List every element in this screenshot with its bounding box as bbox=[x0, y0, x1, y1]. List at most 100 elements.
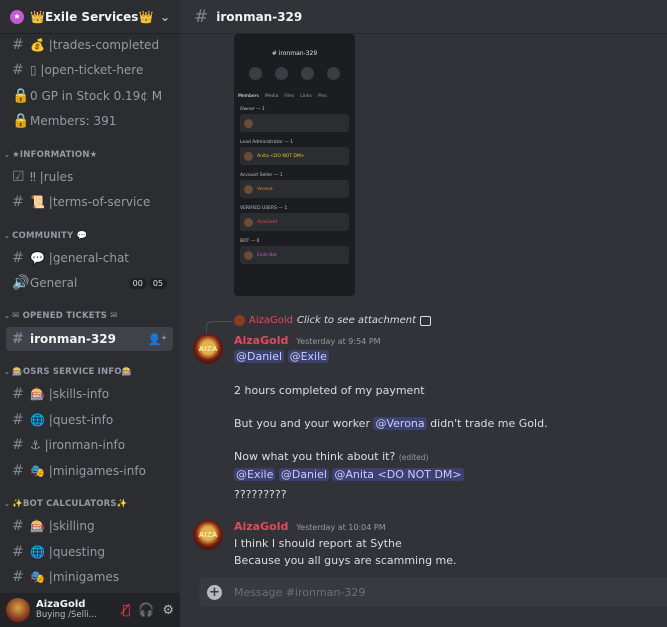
bell-icon bbox=[301, 67, 315, 80]
message-text: didn't trade me Gold. bbox=[426, 417, 548, 430]
channel-label: skills-info bbox=[52, 387, 110, 401]
reply-reference[interactable]: AizaGold Click to see attachment bbox=[206, 315, 432, 333]
message-avatar[interactable]: AIZA bbox=[193, 520, 223, 550]
channel-open-ticket-here[interactable]: # ▯ | open-ticket-here bbox=[6, 59, 173, 81]
phone-tab: Media bbox=[264, 94, 279, 99]
member-avatar bbox=[244, 217, 253, 227]
hash-icon: # bbox=[12, 37, 24, 53]
channel-prefix: 🎭 | bbox=[30, 570, 53, 584]
channel-label: trades-completed bbox=[52, 38, 160, 52]
message-line: But you and your worker @Verona didn't t… bbox=[234, 417, 548, 430]
phone-tab: Pins bbox=[317, 94, 327, 99]
channel-minigames[interactable]: # 🎭 | minigames bbox=[6, 566, 173, 588]
channel-quest-info[interactable]: # 🌐 | quest-info bbox=[6, 409, 173, 431]
channel-rules[interactable]: ☑ ‼ | rules bbox=[6, 166, 173, 188]
member-name: Anita <DO NOT DM> bbox=[257, 153, 305, 159]
reply-avatar bbox=[234, 315, 245, 326]
message-author[interactable]: AizaGold bbox=[234, 334, 288, 347]
channel-prefix: 💬 | bbox=[30, 251, 53, 265]
channel-label: ironman-329 bbox=[30, 332, 116, 346]
channel-skilling[interactable]: # 🎰 | skilling bbox=[6, 515, 173, 537]
reply-text[interactable]: Click to see attachment bbox=[297, 315, 416, 326]
channel-prefix: 🎭 | bbox=[30, 464, 53, 478]
server-header[interactable]: ★ 👑Exile Services👑 ⌄ bbox=[0, 0, 180, 34]
channel-label: skilling bbox=[52, 519, 95, 533]
search-icon bbox=[248, 67, 262, 80]
hash-icon: # bbox=[12, 437, 24, 453]
channel-label: quest-info bbox=[52, 413, 114, 427]
category-label: OSRS SERVICE INFO bbox=[22, 367, 122, 377]
category-opened-tickets[interactable]: ⌄ ✉ OPENED TICKETS ✉ bbox=[4, 311, 118, 321]
channel-general-chat[interactable]: # 💬 | general-chat bbox=[6, 247, 173, 269]
user-mention[interactable]: @Anita <DO NOT DM> bbox=[332, 468, 464, 481]
category-bot-calculators[interactable]: ⌄ ✨BOT CALCULATORS✨ bbox=[4, 499, 128, 509]
avatar[interactable] bbox=[6, 598, 30, 622]
channel-prefix: 🌐 | bbox=[30, 413, 53, 427]
member-avatar bbox=[244, 250, 253, 260]
message-line: Now what you think about it? (edited) bbox=[234, 450, 428, 463]
add-attachment-icon[interactable]: + bbox=[207, 584, 222, 600]
category-osrs-service-info[interactable]: ⌄ 🎰OSRS SERVICE INFO🎰 bbox=[4, 367, 133, 377]
chevron-down-icon[interactable]: ⌄ bbox=[160, 10, 170, 24]
attachment-screenshot[interactable]: # ironman-329 Members Media Files Links … bbox=[234, 34, 355, 296]
channel-skills-info[interactable]: # 🎰 | skills-info bbox=[6, 383, 173, 405]
phone-section-title: VERIFIED USERS — 1 bbox=[240, 206, 288, 211]
member-avatar bbox=[244, 184, 253, 194]
user-mention[interactable]: @Daniel bbox=[278, 468, 329, 481]
channel-terms-of-service[interactable]: # 📜 | terms-of-service bbox=[6, 191, 173, 213]
message-input[interactable] bbox=[234, 585, 614, 599]
channel-trades-completed[interactable]: # 💰 | trades-completed bbox=[6, 34, 173, 56]
channel-label: General bbox=[30, 276, 78, 290]
channel-ironman-info[interactable]: # ⚓ | ironman-info bbox=[6, 434, 173, 456]
message-header: AizaGold Yesterday at 10:04 PM bbox=[234, 520, 386, 533]
user-mention[interactable]: @Exile bbox=[287, 350, 329, 363]
category-community[interactable]: ⌄ COMMUNITY 💬 bbox=[4, 231, 87, 241]
member-name: AizaGold bbox=[257, 219, 277, 225]
hash-icon: # bbox=[12, 463, 24, 479]
user-mention[interactable]: @Daniel bbox=[234, 350, 285, 363]
phone-tabs: Members Media Files Links Pins bbox=[238, 94, 351, 99]
add-member-icon[interactable]: 👤⁺ bbox=[147, 333, 167, 346]
user-panel: AizaGold Buying /Selli... 🎙̸ 🎧 ⚙ bbox=[0, 593, 180, 627]
category-label: BOT CALCULATORS bbox=[22, 499, 117, 509]
image-icon bbox=[420, 315, 432, 326]
user-mention[interactable]: @Verona bbox=[373, 417, 427, 430]
phone-tab: Files bbox=[284, 94, 295, 99]
channel-minigames-info[interactable]: # 🎭 | minigames-info bbox=[6, 460, 173, 482]
hash-icon: # bbox=[12, 386, 24, 402]
user-mention[interactable]: @Exile bbox=[234, 468, 276, 481]
message-avatar[interactable]: AIZA bbox=[193, 334, 223, 364]
message-author[interactable]: AizaGold bbox=[234, 520, 288, 533]
channel-prefix: ▯ | bbox=[30, 63, 45, 77]
channel-prefix: 🌐 | bbox=[30, 545, 53, 559]
gear-icon[interactable]: ⚙ bbox=[162, 603, 174, 618]
phone-channel-title: # ironman-329 bbox=[271, 50, 318, 57]
reply-author[interactable]: AizaGold bbox=[249, 315, 293, 326]
channel-members-count[interactable]: 🔒 Members: 391 bbox=[6, 110, 173, 132]
phone-section-title: Owner — 1 bbox=[240, 107, 265, 112]
channel-questing[interactable]: # 🌐 | questing bbox=[6, 541, 173, 563]
channel-label: open-ticket-here bbox=[44, 63, 144, 77]
member-name: Verona bbox=[257, 186, 273, 192]
channel-gp-stock[interactable]: 🔒 0 GP in Stock 0.19¢ M bbox=[6, 85, 173, 107]
caret-down-icon: ⌄ bbox=[4, 312, 11, 320]
hash-icon: # bbox=[12, 331, 24, 347]
caret-down-icon: ⌄ bbox=[4, 500, 11, 508]
custom-status: Buying /Selli... bbox=[36, 610, 97, 620]
headphones-icon[interactable]: 🎧 bbox=[138, 603, 154, 618]
hash-icon: # bbox=[12, 569, 24, 585]
speaker-icon: 🔊 bbox=[12, 275, 30, 291]
category-information[interactable]: ⌄ ★INFORMATION★ bbox=[4, 150, 97, 160]
reply-spine bbox=[206, 321, 232, 333]
checkbox-icon: ☑ bbox=[12, 169, 25, 185]
user-info[interactable]: AizaGold Buying /Selli... bbox=[36, 599, 97, 621]
mic-muted-icon[interactable]: 🎙̸ bbox=[122, 603, 130, 618]
caret-down-icon: ⌄ bbox=[4, 232, 11, 240]
username: AizaGold bbox=[36, 599, 86, 610]
channel-ironman-329[interactable]: # ironman-329 👤⁺ bbox=[6, 327, 173, 351]
voice-channel-general[interactable]: 🔊 General 00 05 bbox=[6, 272, 173, 294]
voice-user-limit: 05 bbox=[148, 277, 167, 289]
channel-label: ironman-info bbox=[48, 438, 126, 452]
channel-label: 0 GP in Stock 0.19¢ M bbox=[30, 89, 163, 103]
server-icon: ★ bbox=[10, 9, 24, 24]
